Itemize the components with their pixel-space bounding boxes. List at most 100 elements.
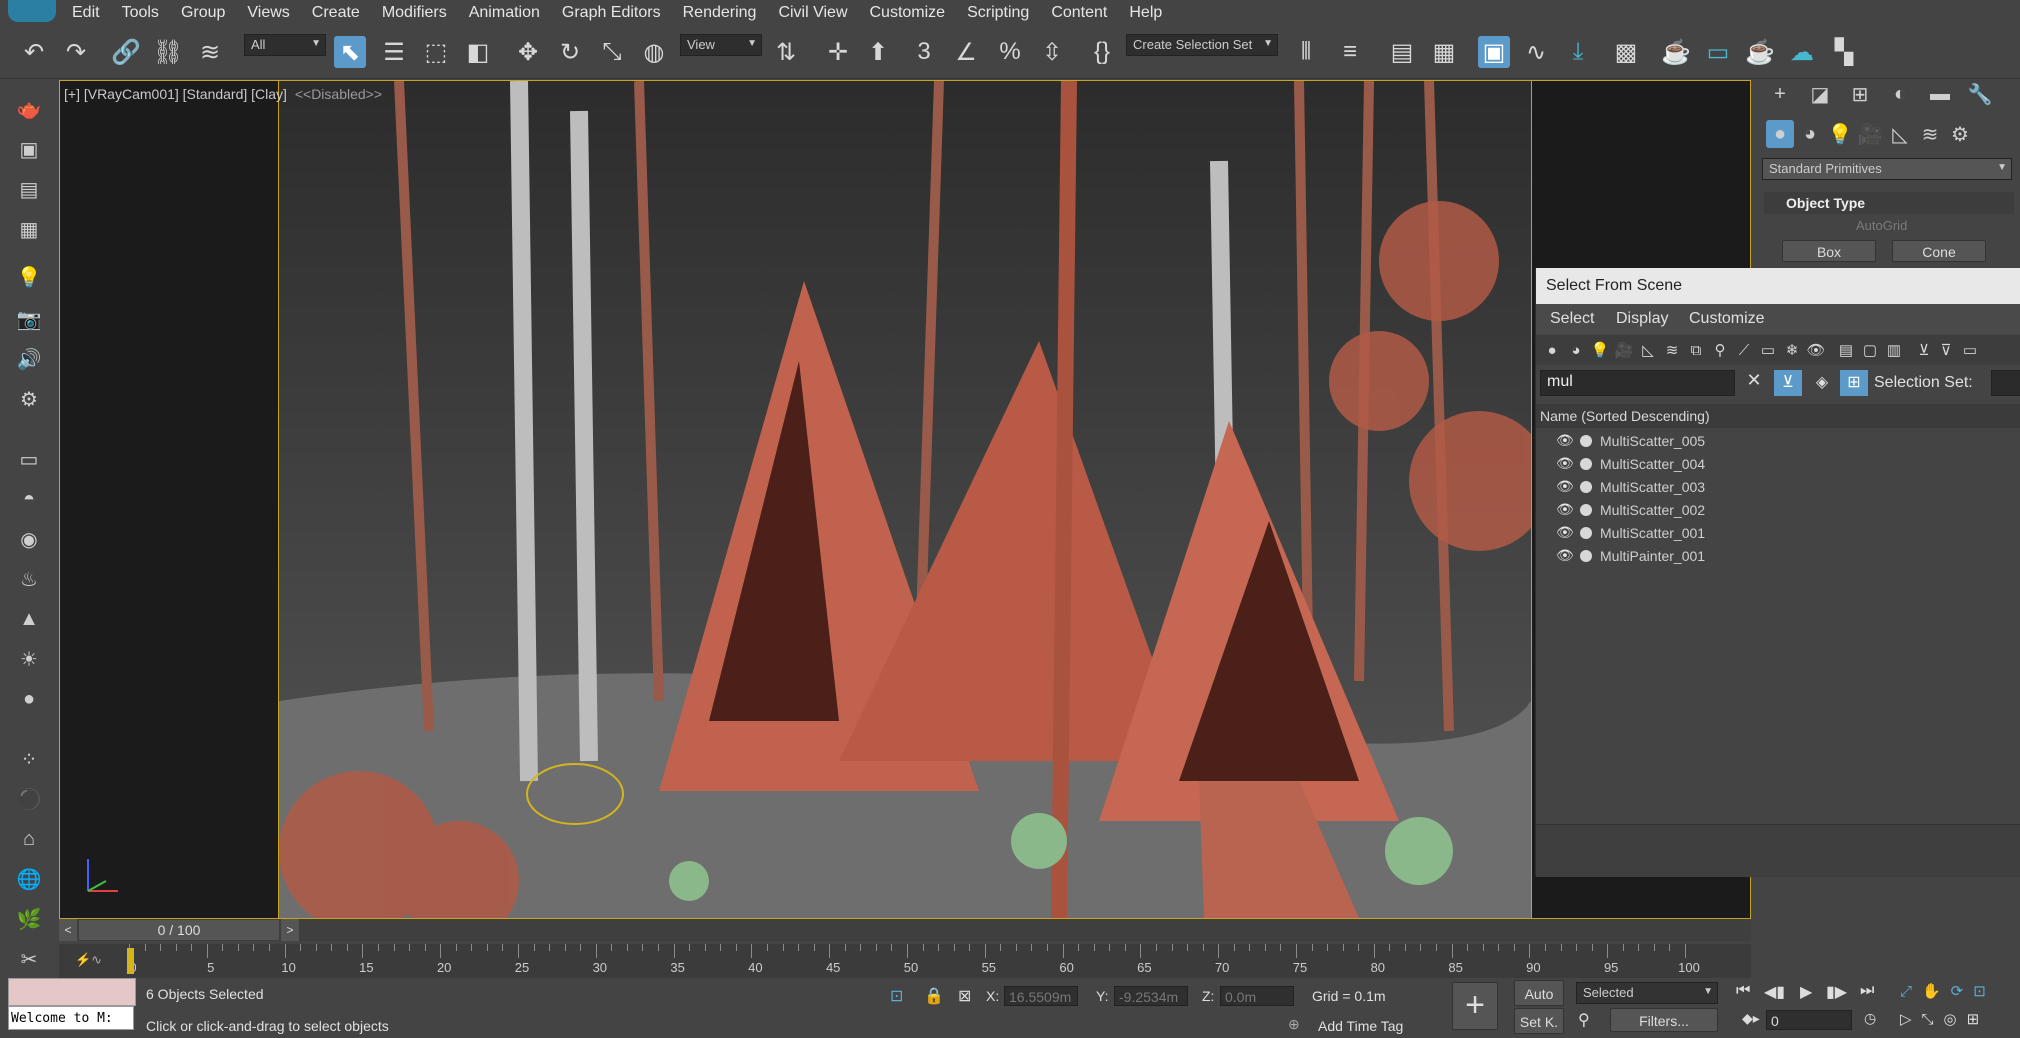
play-icon[interactable]: ▶ (1800, 982, 1812, 1002)
category-dropdown[interactable]: Standard Primitives (1762, 158, 2012, 180)
go-to-start-icon[interactable]: ⏮ (1736, 982, 1750, 1000)
x-coordinate-field[interactable]: 16.5509m (1004, 986, 1078, 1006)
utilities-tab-icon[interactable]: 🔧 (1966, 80, 1994, 108)
time-marker[interactable] (127, 948, 134, 974)
sky-icon[interactable]: ● (14, 684, 44, 714)
key-mode-dropdown[interactable]: Selected (1576, 982, 1718, 1004)
menu-help[interactable]: Help (1129, 4, 1162, 22)
menu-rendering[interactable]: Rendering (683, 4, 757, 22)
viewport-nav-icons-top[interactable]: ⤢✋⟳⊡ (1900, 982, 1996, 1000)
hair-fur-icon[interactable]: ✂ (14, 944, 44, 974)
filter-bones-icon[interactable]: ⟋ (1734, 340, 1754, 360)
auto-key-button[interactable]: Auto (1514, 980, 1564, 1006)
menu-modifiers[interactable]: Modifiers (382, 4, 447, 22)
mini-curve-editor-icon[interactable]: ⚡∿ (75, 952, 102, 968)
app-logo[interactable] (8, 0, 56, 22)
layers-icon[interactable]: ◈ (1808, 370, 1836, 396)
angle-snap-icon[interactable]: ∠ (950, 36, 982, 68)
clear-search-icon[interactable]: ✕ (1743, 370, 1765, 396)
filter-hidden-icon[interactable]: 👁 (1806, 340, 1826, 360)
filter-lights-icon[interactable]: 💡 (1590, 340, 1610, 360)
teapot-icon[interactable]: 🫖 (14, 94, 44, 124)
material-editor-icon[interactable]: ▩ (1610, 36, 1642, 68)
viewport-disabled-text[interactable]: <<Disabled>> (295, 86, 382, 102)
rig-icon[interactable]: ⚙ (14, 384, 44, 414)
menu-graph-editors[interactable]: Graph Editors (562, 4, 661, 22)
track-bar[interactable]: ⚡∿ 0510152025303540455055606570758085909… (59, 944, 1751, 978)
previous-frame-icon[interactable]: ◀▮ (1764, 982, 1785, 1002)
proxy-icon[interactable]: ⌂ (14, 824, 44, 854)
eye-icon[interactable]: 👁 (1556, 524, 1574, 541)
render-in-cloud-icon[interactable]: ▚ (1828, 36, 1860, 68)
table-icon[interactable]: ▦ (14, 214, 44, 244)
cameras-icon[interactable]: 🎥 (1856, 120, 1884, 148)
current-frame-field[interactable]: 0 (1766, 1010, 1852, 1030)
menu-create[interactable]: Create (312, 4, 360, 22)
selection-filter-dropdown[interactable]: All (244, 34, 326, 56)
filter-geometry-icon[interactable]: ● (1542, 340, 1562, 360)
list-item[interactable]: 👁 MultiScatter_002 (1536, 499, 2020, 522)
scatter-icon[interactable]: ⁘ (14, 744, 44, 774)
display-none-icon[interactable]: ▢ (1860, 340, 1880, 360)
pivot-center-icon[interactable]: ⇅ (770, 36, 802, 68)
display-invert-icon[interactable]: ▥ (1884, 340, 1904, 360)
keyboard-shortcut-override-icon[interactable]: ⬆ (862, 36, 894, 68)
add-time-tag[interactable]: Add Time Tag (1318, 1018, 1403, 1034)
select-and-rotate-icon[interactable]: ↻ (554, 36, 586, 68)
rect-selection-region-icon[interactable]: ⬚ (420, 36, 452, 68)
menu-views[interactable]: Views (247, 4, 289, 22)
folder-icon[interactable]: ▭ (1960, 340, 1980, 360)
particle-icon[interactable]: ⚫ (14, 784, 44, 814)
plant-icon[interactable]: 🌿 (14, 904, 44, 934)
object-type-rollout[interactable]: Object Type (1764, 192, 2014, 214)
named-selection-set-dropdown[interactable]: Create Selection Set (1126, 34, 1278, 56)
list-item[interactable]: 👁 MultiScatter_003 (1536, 476, 2020, 499)
systems-icon[interactable]: ⚙ (1946, 120, 1974, 148)
menu-scripting[interactable]: Scripting (967, 4, 1029, 22)
undo-icon[interactable]: ↶ (18, 36, 50, 68)
window-crossing-icon[interactable]: ◧ (462, 36, 494, 68)
select-by-name-icon[interactable]: ☰ (378, 36, 410, 68)
image-viewer-icon[interactable]: ▣ (14, 134, 44, 164)
snaps-toggle-icon[interactable]: 3 (908, 36, 940, 68)
dialog-title[interactable]: Select From Scene (1536, 268, 2020, 304)
filter-groups-icon[interactable]: ⧉ (1686, 340, 1706, 360)
toggle-ribbon-icon[interactable]: ▣ (1478, 36, 1510, 68)
set-key-button[interactable]: Set K. (1514, 1008, 1564, 1034)
sound-icon[interactable]: 🔊 (14, 344, 44, 374)
name-column-header[interactable]: Name (Sorted Descending) (1536, 404, 2020, 428)
cup-icon[interactable]: ♨ (14, 564, 44, 594)
modify-tab-icon[interactable]: ◪ (1806, 80, 1834, 108)
dialog-menu-display[interactable]: Display (1616, 310, 1668, 328)
spinner-snap-icon[interactable]: ⇳ (1036, 36, 1068, 68)
time-configuration-icon[interactable]: ◷ (1864, 1010, 1876, 1027)
filter-toggle-icon[interactable]: ⊻ (1774, 370, 1802, 396)
mirror-icon[interactable]: ⫴ (1290, 36, 1322, 68)
render-activeshade-icon[interactable]: ☁ (1786, 36, 1818, 68)
menu-content[interactable]: Content (1051, 4, 1107, 22)
camera-icon[interactable]: 📷 (14, 304, 44, 334)
cone-icon[interactable]: ▲ (14, 604, 44, 634)
menu-edit[interactable]: Edit (72, 4, 100, 22)
shapes-icon[interactable]: ◕ (1796, 120, 1824, 148)
filter-spacewarps-icon[interactable]: ≋ (1662, 340, 1682, 360)
link-icon[interactable]: 🔗 (110, 36, 142, 68)
schematic-view-icon[interactable]: ⤓ (1562, 36, 1594, 68)
set-key-big-icon[interactable]: + (1452, 982, 1498, 1030)
hierarchy-icon[interactable]: ⊞ (1840, 370, 1868, 396)
filter-shapes-icon[interactable]: ◕ (1566, 340, 1586, 360)
filter-helpers-icon[interactable]: ◺ (1638, 340, 1658, 360)
filter-frozen-icon[interactable]: ❄ (1782, 340, 1802, 360)
sphere-icon[interactable]: ◉ (14, 524, 44, 554)
time-tag-icon[interactable]: ⊕ (1288, 1016, 1300, 1033)
next-frame-icon[interactable]: ▮▶ (1826, 982, 1847, 1002)
dialog-menu-select[interactable]: Select (1550, 310, 1594, 328)
viewport-nav-icons-bottom[interactable]: ▷⤡◎⊞ (1900, 1010, 1989, 1028)
viewport-label-text[interactable]: [+] [VRayCam001] [Standard] [Clay] (64, 86, 287, 102)
menu-tools[interactable]: Tools (122, 4, 159, 22)
render-production-icon[interactable]: ☕ (1744, 36, 1776, 68)
list-item[interactable]: 👁 MultiPainter_001 (1536, 545, 2020, 568)
list-item[interactable]: 👁 MultiScatter_001 (1536, 522, 2020, 545)
light-lister-icon[interactable]: 💡 (14, 262, 44, 292)
unlink-icon[interactable]: ⛓ (152, 36, 184, 68)
